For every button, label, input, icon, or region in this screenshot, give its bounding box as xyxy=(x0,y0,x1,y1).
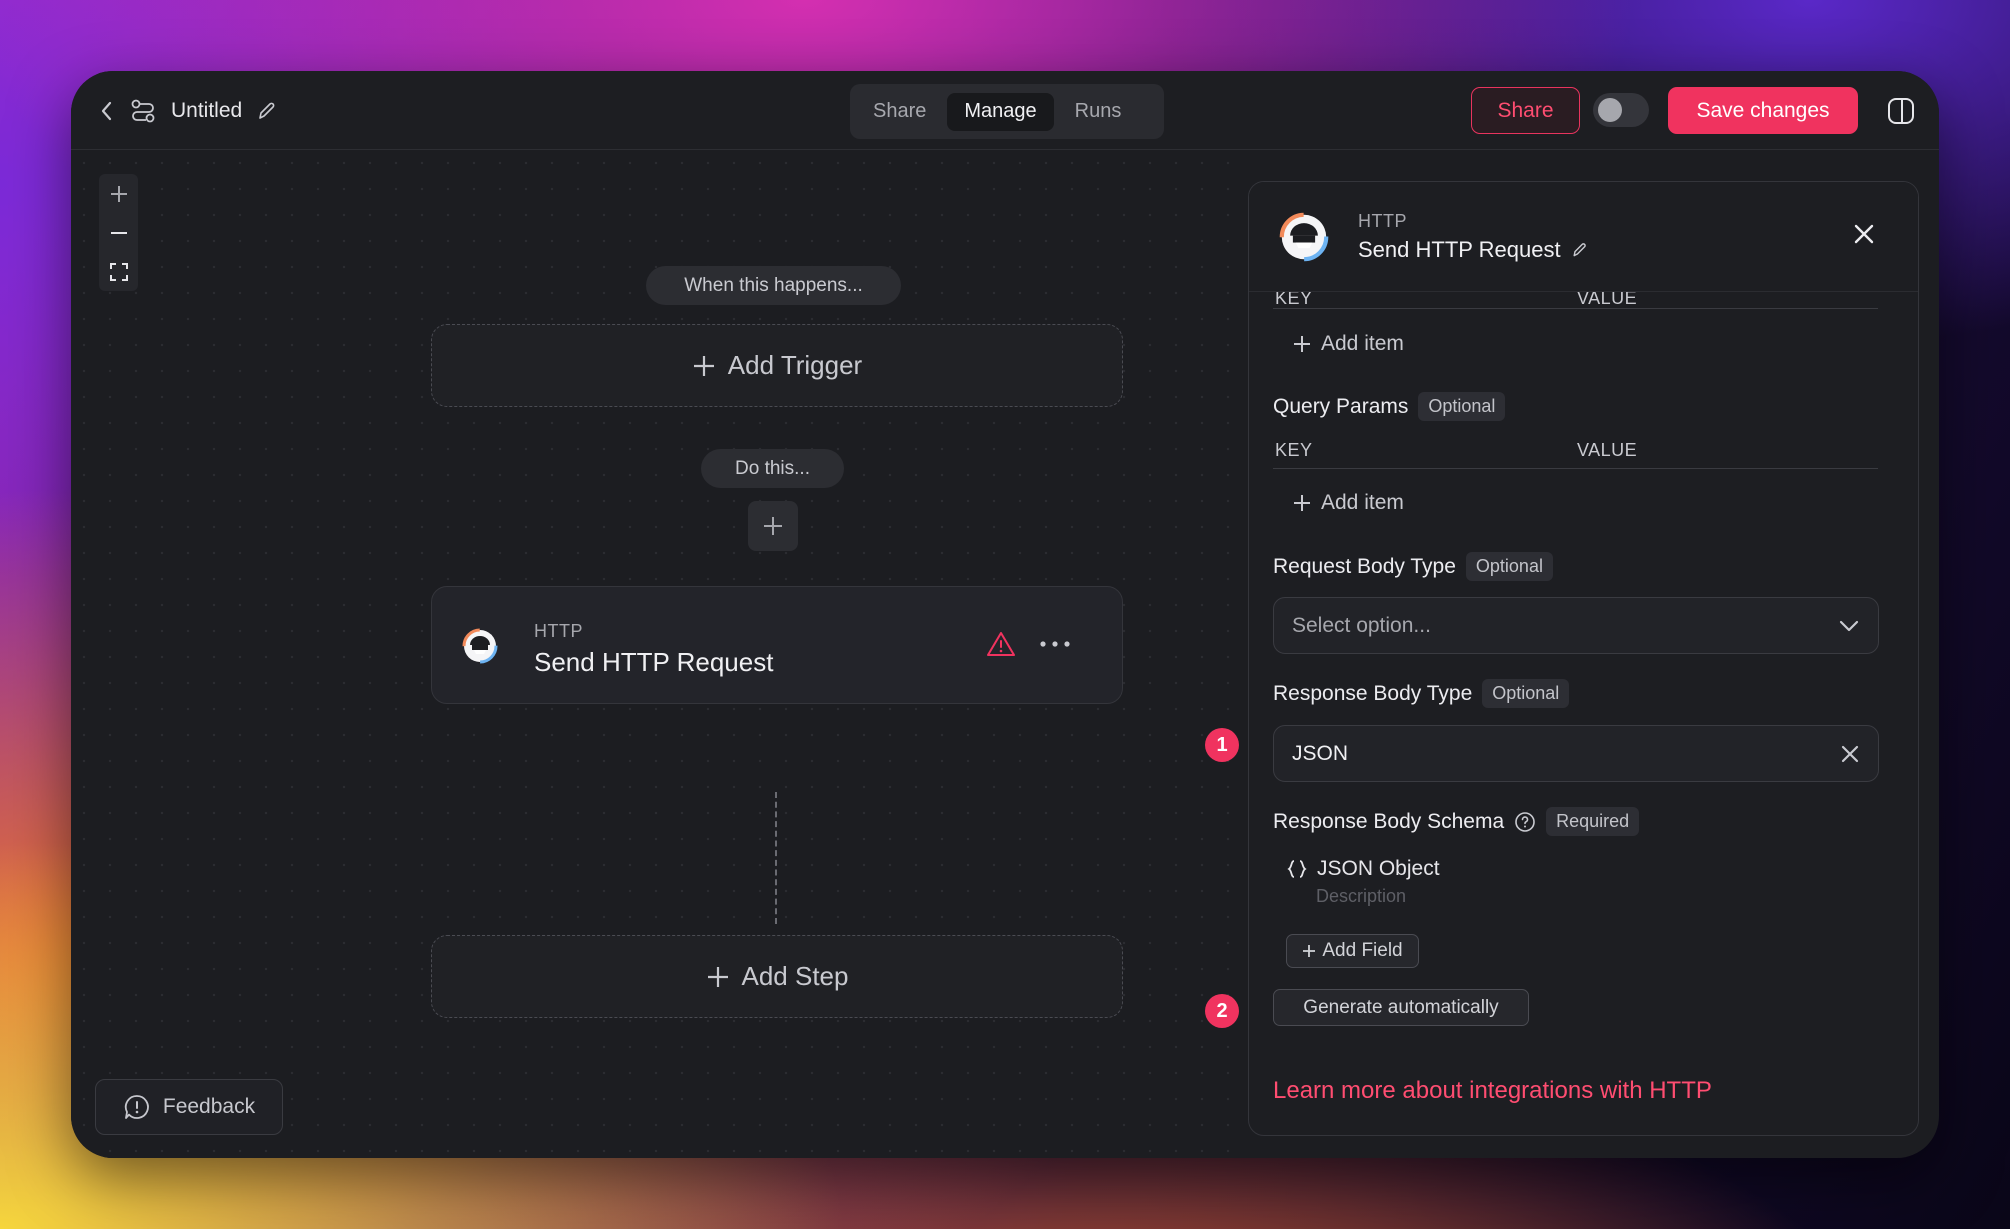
fit-view-icon[interactable] xyxy=(109,262,129,282)
headers-add-item-button[interactable]: Add item xyxy=(1293,332,1404,356)
chevron-down-icon xyxy=(1838,619,1860,633)
http-app-logo-icon xyxy=(1279,212,1329,262)
query-value-column: VALUE xyxy=(1577,440,1638,460)
workflow-canvas[interactable]: When this happens... Add Trigger Do this… xyxy=(71,150,1246,1158)
query-add-item-button[interactable]: Add item xyxy=(1293,491,1404,515)
header-left: Untitled xyxy=(99,71,276,150)
tab-manage[interactable]: Manage xyxy=(947,92,1054,131)
plus-icon xyxy=(706,965,730,989)
save-changes-button[interactable]: Save changes xyxy=(1668,87,1858,134)
add-item-label: Add item xyxy=(1321,332,1404,355)
clear-icon[interactable] xyxy=(1840,744,1860,764)
panel-header: HTTP Send HTTP Request xyxy=(1249,182,1918,292)
close-icon[interactable] xyxy=(1853,223,1875,245)
zoom-controls xyxy=(99,174,138,291)
toggle-knob xyxy=(1598,98,1622,122)
request-body-type-label: Request Body Type xyxy=(1273,554,1456,578)
panel-app-label: HTTP xyxy=(1358,211,1407,231)
panel-step-name[interactable]: Send HTTP Request xyxy=(1358,237,1561,263)
annotation-marker-1: 1 xyxy=(1205,728,1239,762)
feedback-label: Feedback xyxy=(162,1095,256,1118)
optional-badge: Optional xyxy=(1418,392,1506,421)
optional-badge: Optional xyxy=(1482,679,1570,708)
step-name: Send HTTP Request xyxy=(534,647,774,677)
learn-more-link[interactable]: Learn more about integrations with HTTP xyxy=(1273,1077,1712,1105)
json-object-description[interactable]: Description xyxy=(1316,886,1406,907)
action-heading: Do this... xyxy=(701,449,844,488)
plus-icon xyxy=(692,354,716,378)
optional-badge: Optional xyxy=(1465,552,1553,581)
panel-step-title-row: Send HTTP Request xyxy=(1358,237,1587,263)
enable-toggle[interactable] xyxy=(1593,93,1649,127)
panel-toggle-icon[interactable] xyxy=(1886,96,1916,126)
more-options-icon[interactable] xyxy=(1038,631,1072,657)
plus-icon xyxy=(1293,335,1311,353)
plus-icon xyxy=(1293,494,1311,512)
zoom-in-icon[interactable] xyxy=(109,184,129,204)
divider xyxy=(1273,308,1878,309)
add-trigger-label: Add Trigger xyxy=(727,350,863,380)
plus-icon xyxy=(1302,944,1316,958)
query-params-label: Query Params xyxy=(1273,394,1409,418)
share-button[interactable]: Share xyxy=(1471,87,1580,134)
json-object-label: JSON Object xyxy=(1317,857,1440,880)
response-body-schema-label-row: Response Body Schema Required xyxy=(1273,807,1640,836)
add-step-label: Add Step xyxy=(741,961,849,991)
tab-share[interactable]: Share xyxy=(856,93,943,131)
workflow-title[interactable]: Untitled xyxy=(171,99,242,123)
pencil-icon[interactable] xyxy=(1571,241,1587,259)
divider xyxy=(1273,468,1878,469)
feedback-icon xyxy=(123,1093,151,1121)
app-window: Untitled Share Manage Runs Share Save ch… xyxy=(71,71,1939,1158)
pencil-icon[interactable] xyxy=(256,100,276,122)
query-key-column: KEY xyxy=(1275,440,1313,460)
zoom-out-icon[interactable] xyxy=(109,223,129,243)
add-trigger-button[interactable]: Add Trigger xyxy=(431,324,1123,407)
tab-runs[interactable]: Runs xyxy=(1058,93,1139,131)
add-field-label: Add Field xyxy=(1322,940,1403,961)
select-placeholder: Select option... xyxy=(1292,613,1431,637)
step-app-label: HTTP xyxy=(534,621,583,641)
query-params-label-row: Query Params Optional xyxy=(1273,392,1506,421)
top-bar: Untitled Share Manage Runs Share Save ch… xyxy=(71,71,1939,150)
request-body-type-select[interactable]: Select option... xyxy=(1273,597,1879,654)
workflow-icon xyxy=(129,98,157,124)
response-body-type-label-row: Response Body Type Optional xyxy=(1273,679,1570,708)
add-field-button[interactable]: Add Field xyxy=(1286,934,1419,968)
warning-icon[interactable] xyxy=(986,630,1016,658)
add-step-button[interactable]: Add Step xyxy=(431,935,1123,1018)
http-app-logo-icon xyxy=(462,628,498,664)
braces-icon xyxy=(1287,859,1307,879)
insert-step-button[interactable] xyxy=(748,501,798,551)
trigger-heading: When this happens... xyxy=(646,266,901,305)
plus-icon xyxy=(762,515,784,537)
response-body-type-value: JSON xyxy=(1292,741,1349,765)
http-step-card[interactable]: HTTP Send HTTP Request xyxy=(431,586,1123,704)
request-body-type-label-row: Request Body Type Optional xyxy=(1273,552,1553,581)
response-body-type-select[interactable]: JSON xyxy=(1273,725,1879,782)
annotation-marker-2: 2 xyxy=(1205,994,1239,1028)
required-badge: Required xyxy=(1546,807,1640,836)
help-icon[interactable] xyxy=(1514,811,1536,833)
response-body-type-label: Response Body Type xyxy=(1273,681,1473,705)
feedback-button[interactable]: Feedback xyxy=(95,1079,283,1135)
add-item-label: Add item xyxy=(1321,491,1404,514)
chevron-left-icon[interactable] xyxy=(99,100,115,122)
view-tabs: Share Manage Runs xyxy=(850,84,1164,139)
panel-scroll-body[interactable]: KEY VALUE Add item Query Params Optional… xyxy=(1249,182,1918,1135)
json-object-row[interactable]: JSON Object xyxy=(1287,857,1440,881)
response-body-schema-label: Response Body Schema xyxy=(1273,809,1505,833)
step-connector xyxy=(775,792,777,924)
step-config-panel: KEY VALUE Add item Query Params Optional… xyxy=(1248,181,1919,1136)
generate-automatically-button[interactable]: Generate automatically xyxy=(1273,989,1529,1026)
